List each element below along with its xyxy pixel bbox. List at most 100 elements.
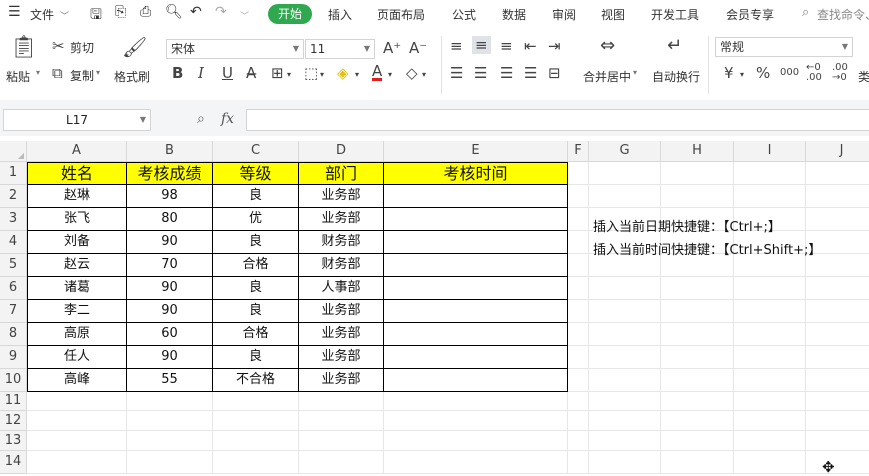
row-header-3[interactable]: 3	[0, 208, 27, 231]
column-header-d[interactable]: D	[299, 141, 384, 162]
thousands-button[interactable]: 000	[780, 65, 799, 81]
table-cell[interactable]: 李二	[27, 300, 127, 323]
header-cell[interactable]: 等级	[213, 162, 299, 185]
table-cell[interactable]: 良	[213, 185, 299, 208]
row-header-13[interactable]: 13	[0, 431, 27, 451]
table-cell[interactable]: 良	[213, 346, 299, 369]
table-cell[interactable]: 90	[127, 346, 213, 369]
fx-icon[interactable]: fx	[221, 111, 234, 127]
table-cell[interactable]: 80	[127, 208, 213, 231]
print-icon[interactable]: ⎙	[140, 4, 151, 20]
header-cell[interactable]: 考核时间	[384, 162, 568, 185]
select-all-corner[interactable]: ◢	[0, 141, 27, 162]
row-header-14[interactable]: 14	[0, 451, 27, 474]
table-cell[interactable]: 良	[213, 277, 299, 300]
table-cell[interactable]: 70	[127, 254, 213, 277]
table-cell[interactable]: 任人	[27, 346, 127, 369]
export-pdf-icon[interactable]: ⎘	[115, 4, 126, 20]
tab-view[interactable]: 视图	[601, 6, 625, 23]
table-cell[interactable]	[384, 208, 568, 231]
tab-insert[interactable]: 插入	[328, 6, 352, 23]
table-cell[interactable]	[384, 369, 568, 392]
font-color-icon[interactable]: A	[372, 64, 383, 81]
row-header-4[interactable]: 4	[0, 231, 27, 254]
tab-developer[interactable]: 开发工具	[651, 6, 699, 23]
table-cell[interactable]: 高原	[27, 323, 127, 346]
file-menu[interactable]: 文件	[30, 6, 54, 23]
row-header-2[interactable]: 2	[0, 185, 27, 208]
table-cell[interactable]: 业务部	[299, 185, 384, 208]
distributed-icon[interactable]: ⊟	[548, 65, 561, 81]
bold-icon[interactable]: B	[172, 65, 183, 81]
align-middle-icon[interactable]: ≡	[472, 36, 491, 54]
table-cell[interactable]: 90	[127, 277, 213, 300]
table-cell[interactable]: 良	[213, 231, 299, 254]
column-header-c[interactable]: C	[213, 141, 299, 162]
tab-page-layout[interactable]: 页面布局	[377, 6, 425, 23]
table-cell[interactable]	[384, 277, 568, 300]
column-header-a[interactable]: A	[27, 141, 127, 162]
type-button[interactable]: 类	[858, 68, 869, 85]
copy-button[interactable]: 复制	[70, 67, 94, 84]
column-header-i[interactable]: I	[734, 141, 806, 162]
cut-button[interactable]: 剪切	[70, 39, 94, 56]
table-cell[interactable]: 张飞	[27, 208, 127, 231]
column-header-h[interactable]: H	[661, 141, 734, 162]
scissors-icon[interactable]: ✂	[52, 38, 65, 54]
column-header-g[interactable]: G	[589, 141, 661, 162]
merge-center-icon[interactable]: ⇔	[600, 37, 615, 55]
column-header-j[interactable]: J	[806, 141, 869, 162]
undo-icon[interactable]: ↶	[190, 4, 202, 20]
format-painter-button[interactable]: 格式刷	[114, 68, 150, 85]
row-header-11[interactable]: 11	[0, 392, 27, 411]
justify-icon[interactable]: ☰	[524, 65, 537, 81]
formula-input[interactable]	[246, 109, 869, 131]
wrap-text-button[interactable]: 自动换行	[652, 68, 700, 85]
copy-dropdown-icon[interactable]: ▾	[96, 68, 100, 77]
row-header-10[interactable]: 10	[0, 369, 27, 392]
table-cell[interactable]: 诸葛	[27, 277, 127, 300]
table-cell[interactable]: 刘备	[27, 231, 127, 254]
strikethrough-icon[interactable]: A̶	[246, 65, 256, 81]
row-header-1[interactable]: 1	[0, 162, 27, 185]
merge-dropdown-icon[interactable]: ▾	[633, 68, 637, 77]
table-cell[interactable]: 业务部	[299, 369, 384, 392]
table-cell[interactable]	[384, 346, 568, 369]
table-cell[interactable]: 财务部	[299, 231, 384, 254]
table-cell[interactable]: 人事部	[299, 277, 384, 300]
align-left-icon[interactable]: ☰	[450, 65, 463, 81]
table-cell[interactable]: 高峰	[27, 369, 127, 392]
font-size-select[interactable]: 11 ▼	[305, 39, 375, 59]
header-cell[interactable]: 部门	[299, 162, 384, 185]
increase-font-icon[interactable]: A⁺	[383, 40, 401, 56]
save-icon[interactable]: 🖫	[90, 4, 102, 28]
tab-home[interactable]: 开始	[268, 4, 312, 24]
table-cell[interactable]	[384, 300, 568, 323]
paste-dropdown-icon[interactable]: ▾	[36, 68, 40, 77]
border-icon[interactable]: ⊞	[271, 65, 284, 81]
font-color-dropdown-icon[interactable]: ▾	[388, 67, 392, 83]
tab-formulas[interactable]: 公式	[452, 6, 476, 23]
cell-style-icon[interactable]: ⬚	[304, 65, 318, 81]
table-cell[interactable]: 财务部	[299, 254, 384, 277]
table-cell[interactable]: 业务部	[299, 323, 384, 346]
tab-data[interactable]: 数据	[502, 6, 526, 23]
percent-button[interactable]: %	[756, 65, 770, 81]
table-cell[interactable]	[384, 231, 568, 254]
table-cell[interactable]: 98	[127, 185, 213, 208]
currency-button[interactable]: ¥	[724, 65, 734, 81]
table-cell[interactable]: 90	[127, 231, 213, 254]
column-header-e[interactable]: E	[384, 141, 568, 162]
redo-icon[interactable]: ↷	[215, 4, 227, 20]
table-cell[interactable]	[384, 254, 568, 277]
align-center-icon[interactable]: ☰	[474, 65, 487, 81]
row-header-12[interactable]: 12	[0, 411, 27, 431]
table-cell[interactable]: 业务部	[299, 300, 384, 323]
table-cell[interactable]: 优	[213, 208, 299, 231]
clear-format-icon[interactable]: ◇	[406, 65, 418, 81]
search-input[interactable]: 查找命令、	[817, 6, 869, 23]
align-bottom-icon[interactable]: ≡	[500, 38, 513, 54]
header-cell[interactable]: 考核成绩	[127, 162, 213, 185]
spreadsheet-grid[interactable]: ◢ ABCDEFGHIJ 1 2 3 4 5 6 7 8 9 10 11 12 13 14 姓名 考核成绩等…	[0, 141, 869, 474]
increase-indent-icon[interactable]: ⇥	[548, 38, 561, 54]
